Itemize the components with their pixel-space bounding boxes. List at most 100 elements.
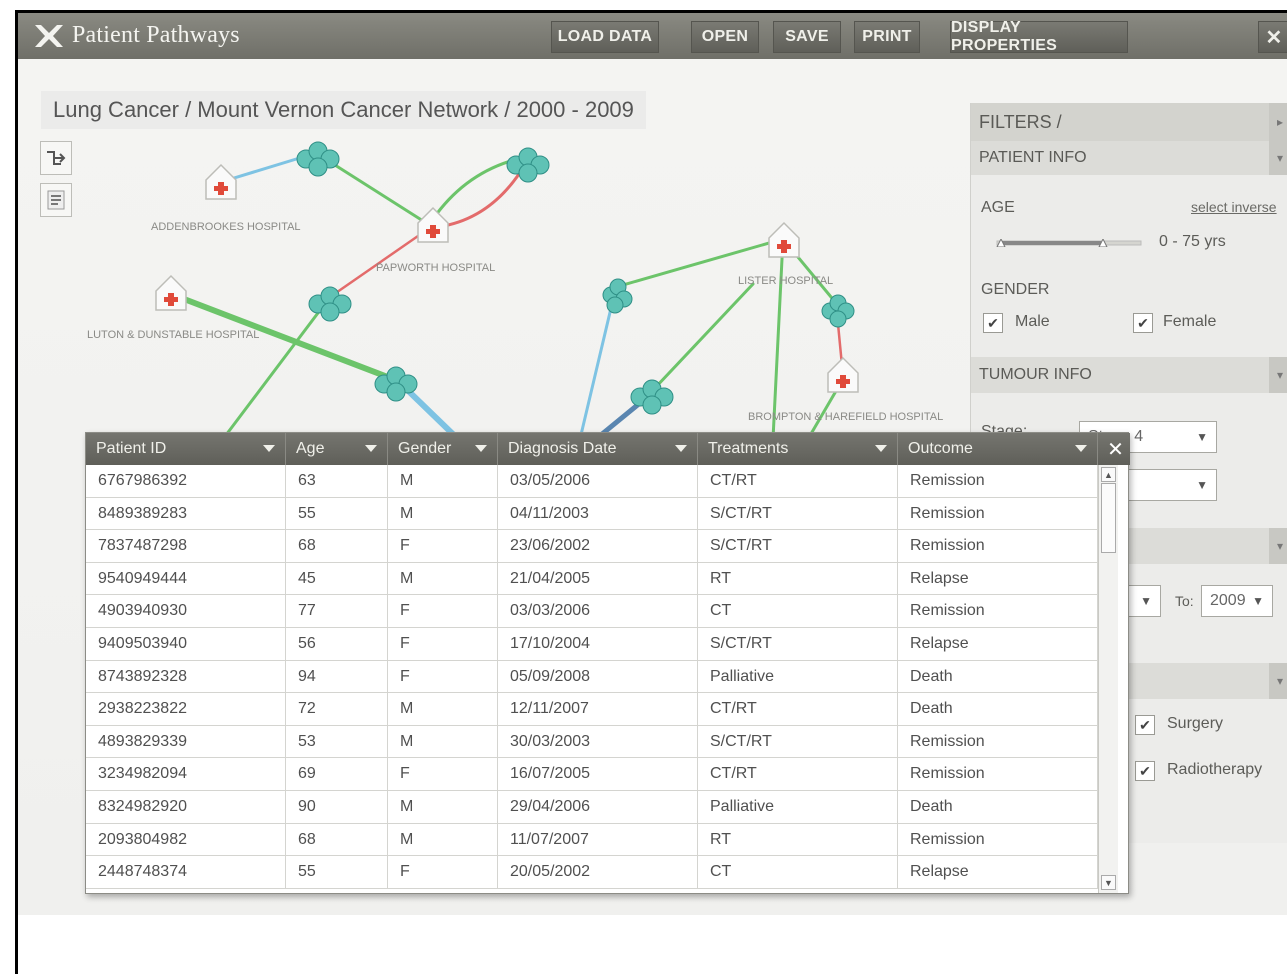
female-label: Female <box>1163 313 1217 330</box>
patient-id-cell: 6767986392 <box>86 465 286 497</box>
gender-cell: F <box>388 595 498 628</box>
treatments-cell: S/CT/RT <box>698 628 898 660</box>
scroll-thumb[interactable] <box>1101 483 1116 553</box>
outcome-cell: Relapse <box>898 856 1098 889</box>
column-header-outcome[interactable]: Outcome <box>898 433 1098 465</box>
column-label: Age <box>296 440 325 457</box>
diagnosis-date-cell: 30/03/2003 <box>498 725 698 758</box>
load-data-button[interactable]: LOAD DATA <box>551 21 659 53</box>
table-row[interactable]: 2448748374 55 F 20/05/2002 CT Relapse <box>86 856 1098 889</box>
patient-cluster-icon[interactable] <box>630 379 674 415</box>
hospital-label: BROMPTON & HAREFIELD HOSPITAL <box>748 411 943 423</box>
collapse-filters-button[interactable]: ▸ <box>1269 103 1287 141</box>
table-row[interactable]: 6767986392 63 M 03/05/2006 CT/RT Remission <box>86 465 1098 498</box>
column-header-treatments[interactable]: Treatments <box>698 433 898 465</box>
diagnosis-date-cell: 03/05/2006 <box>498 465 698 497</box>
display-properties-button[interactable]: DISPLAY PROPERTIES <box>950 19 1128 54</box>
radiotherapy-label: Radiotherapy <box>1167 761 1263 778</box>
top-bar: Patient Pathways LOAD DATA OPEN SAVE PRI… <box>18 13 1287 59</box>
to-year-select[interactable]: 2009 ▼ <box>1201 585 1273 617</box>
app-title: Patient Pathways <box>72 22 240 48</box>
table-row[interactable]: 9540949444 45 M 21/04/2005 RT Relapse <box>86 562 1098 596</box>
gender-cell: F <box>388 660 498 693</box>
chevron-down-icon: ▾ <box>1276 539 1284 553</box>
table-row[interactable]: 8324982920 90 M 29/04/2006 Palliative Death <box>86 791 1098 824</box>
date-filter-toggle[interactable]: ▾ <box>1269 528 1287 564</box>
list-view-button[interactable] <box>40 183 72 217</box>
table-row[interactable]: 4893829339 53 M 30/03/2003 S/CT/RT Remission <box>86 725 1098 759</box>
male-checkbox[interactable]: ✔ <box>983 313 1003 333</box>
logo-icon <box>35 25 63 47</box>
radiotherapy-checkbox[interactable]: ✔ <box>1135 761 1155 781</box>
table-row[interactable]: 3234982094 69 F 16/07/2005 CT/RT Remission <box>86 758 1098 791</box>
select-inverse-link[interactable]: select inverse <box>1191 199 1277 215</box>
age-cell: 77 <box>286 595 388 628</box>
column-header-patient-id[interactable]: Patient ID <box>86 433 286 465</box>
close-table-button[interactable]: ✕ <box>1101 433 1130 465</box>
save-button[interactable]: SAVE <box>773 21 841 53</box>
app-window: Patient Pathways LOAD DATA OPEN SAVE PRI… <box>15 10 1287 974</box>
scroll-down-button[interactable]: ▼ <box>1101 875 1116 890</box>
age-cell: 72 <box>286 693 388 726</box>
hospital-label: PAPWORTH HOSPITAL <box>376 262 495 274</box>
gender-cell: F <box>388 628 498 660</box>
check-icon: ✔ <box>1139 762 1151 779</box>
patient-info-header[interactable]: PATIENT INFO ▾ <box>971 141 1287 175</box>
column-header-diagnosis-date[interactable]: Diagnosis Date <box>498 433 698 465</box>
treatments-cell: S/CT/RT <box>698 497 898 530</box>
patient-info-toggle[interactable]: ▾ <box>1269 141 1287 175</box>
table-row[interactable]: 8489389283 55 M 04/11/2003 S/CT/RT Remission <box>86 497 1098 531</box>
breadcrumb: Lung Cancer / Mount Vernon Cancer Networ… <box>41 91 646 129</box>
patient-cluster-icon[interactable] <box>296 141 340 177</box>
hospital-label: ADDENBROOKES HOSPITAL <box>151 221 301 233</box>
hospital-label: LUTON & DUNSTABLE HOSPITAL <box>87 329 259 341</box>
sort-triangle-icon <box>365 445 377 452</box>
close-app-button[interactable]: ✕ <box>1258 21 1287 53</box>
check-icon: ✔ <box>1137 314 1149 331</box>
column-label: Diagnosis Date <box>508 440 617 457</box>
table-row[interactable]: 8743892328 94 F 05/09/2008 Palliative Death <box>86 660 1098 694</box>
surgery-checkbox[interactable]: ✔ <box>1135 715 1155 735</box>
hospital-icon[interactable] <box>417 206 449 243</box>
hospital-icon[interactable] <box>827 356 859 393</box>
patient-id-cell: 8489389283 <box>86 497 286 530</box>
outcome-cell: Remission <box>898 465 1098 497</box>
age-range-slider[interactable] <box>989 239 1149 247</box>
patient-cluster-icon[interactable] <box>821 294 855 328</box>
sort-triangle-icon <box>475 445 487 452</box>
outcome-cell: Death <box>898 660 1098 693</box>
scroll-up-button[interactable]: ▲ <box>1101 467 1116 482</box>
print-button[interactable]: PRINT <box>854 21 920 53</box>
diagnosis-date-cell: 04/11/2003 <box>498 497 698 530</box>
patient-cluster-icon[interactable] <box>506 147 550 183</box>
table-row[interactable]: 9409503940 56 F 17/10/2004 S/CT/RT Relapse <box>86 628 1098 661</box>
table-scrollbar[interactable]: ▲ ▼ <box>1098 465 1118 893</box>
gender-cell: F <box>388 856 498 889</box>
route-tool-button[interactable] <box>40 141 72 175</box>
filters-title: FILTERS / <box>979 111 1062 132</box>
female-checkbox[interactable]: ✔ <box>1133 313 1153 333</box>
open-button[interactable]: OPEN <box>691 21 759 53</box>
outcome-cell: Relapse <box>898 562 1098 595</box>
column-header-gender[interactable]: Gender <box>388 433 498 465</box>
hospital-icon[interactable] <box>768 221 800 258</box>
column-header-age[interactable]: Age <box>286 433 388 465</box>
column-label: Treatments <box>708 440 789 457</box>
hospital-icon[interactable] <box>155 274 187 311</box>
table-row[interactable]: 4903940930 77 F 03/03/2006 CT Remission <box>86 595 1098 628</box>
table-row[interactable]: 2938223822 72 M 12/11/2007 CT/RT Death <box>86 693 1098 726</box>
treatments-filter-toggle[interactable]: ▾ <box>1269 663 1287 699</box>
treatments-cell: S/CT/RT <box>698 725 898 758</box>
tumour-info-header[interactable]: TUMOUR INFO ▾ <box>971 357 1287 393</box>
hospital-icon[interactable] <box>205 163 237 200</box>
age-cell: 69 <box>286 758 388 791</box>
gender-cell: M <box>388 497 498 530</box>
table-row[interactable]: 2093804982 68 M 11/07/2007 RT Remission <box>86 823 1098 857</box>
treatments-cell: CT <box>698 595 898 628</box>
outcome-cell: Remission <box>898 823 1098 856</box>
patient-id-cell: 2093804982 <box>86 823 286 856</box>
gender-cell: M <box>388 725 498 758</box>
tumour-info-toggle[interactable]: ▾ <box>1269 357 1287 393</box>
table-row[interactable]: 7837487298 68 F 23/06/2002 S/CT/RT Remission <box>86 530 1098 563</box>
treatments-cell: Palliative <box>698 791 898 823</box>
